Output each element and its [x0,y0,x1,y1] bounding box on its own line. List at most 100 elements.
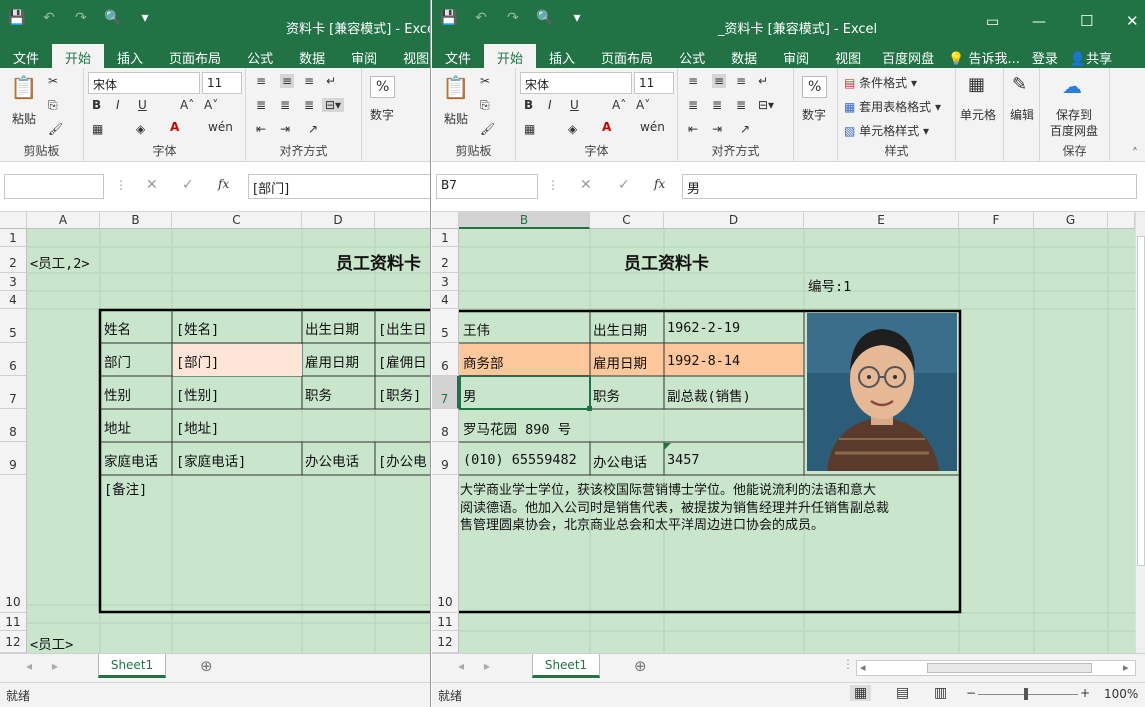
qat-dropdown-icon[interactable]: ▾ [568,10,586,26]
align-right-icon[interactable]: ≣ [304,98,314,112]
italic-icon[interactable]: I [548,98,552,112]
print-preview-icon[interactable]: 🔍 [536,10,554,26]
fill-color-icon[interactable]: ◈ [136,122,145,136]
align-center-icon[interactable]: ≣ [280,98,290,112]
formula-input[interactable]: 男 [682,174,1137,199]
zoom-slider-handle[interactable] [1024,688,1028,700]
page-layout-view-icon[interactable]: ▤ [896,685,909,701]
tab-insert[interactable]: 插入 [104,44,156,68]
row-header[interactable]: 11 [432,613,459,631]
cells-icon[interactable]: ▦ [968,74,985,95]
col-header[interactable]: C [172,212,302,229]
font-color-icon[interactable]: A [602,120,611,134]
save-to-label[interactable]: 保存到 [1056,106,1092,123]
label-address[interactable]: 地址 [104,417,131,437]
address-value[interactable]: 罗马花园 890 号 [463,418,571,438]
field-birth[interactable]: [出生日 [378,318,427,338]
row-header[interactable]: 4 [0,291,27,309]
percent-icon[interactable]: % [370,76,396,98]
row-header[interactable]: 6 [432,343,459,376]
qat-dropdown-icon[interactable]: ▾ [136,10,154,26]
decrease-font-icon[interactable]: A˅ [636,98,650,112]
tab-view[interactable]: 视图 [822,44,874,68]
number-label[interactable]: 数字 [802,106,826,123]
row-header[interactable]: 3 [432,273,459,291]
col-header[interactable]: C [590,212,664,229]
tab-home[interactable]: 开始 [52,44,105,68]
fill-color-icon[interactable]: ◈ [568,122,577,136]
cells-label[interactable]: 单元格 [960,106,996,123]
notes-line-1[interactable]: 大学商业学士学位，获该校国际营销博士学位。他能说流利的法语和意大 [460,479,960,498]
merge-center-icon[interactable]: ⊟▾ [758,98,774,112]
copy-icon[interactable]: ⎘ [48,98,58,113]
sex-value[interactable]: 男 [463,385,477,405]
zoom-in-icon[interactable]: + [1080,686,1090,700]
merge-center-icon[interactable]: ⊟▾ [322,98,345,112]
col-header-selected[interactable]: B [459,212,590,229]
hire-value[interactable]: 1992-8-14 [667,353,740,369]
label-job[interactable]: 职务 [305,384,332,404]
field-notes[interactable]: [备注] [104,478,147,498]
wrap-text-icon[interactable]: ↵ [326,74,336,88]
tab-baidu[interactable]: 百度网盘 [874,44,942,68]
row-header[interactable]: 7 [0,376,27,409]
office-phone-value[interactable]: 3457 [667,452,700,468]
row-header[interactable]: 9 [432,442,459,475]
cut-icon[interactable]: ✂ [480,74,490,88]
tab-formulas[interactable]: 公式 [234,44,286,68]
new-sheet-icon[interactable]: ⊕ [634,657,647,675]
percent-icon[interactable]: % [802,76,828,98]
vertical-scroll-thumb[interactable] [1137,236,1145,566]
zoom-slider[interactable] [978,694,1078,695]
cell-a12[interactable]: <员工> [30,633,73,653]
cut-icon[interactable]: ✂ [48,74,58,88]
number-cell[interactable]: 编号:1 [808,275,851,295]
align-right-icon[interactable]: ≣ [736,98,746,112]
row-header[interactable]: 6 [0,343,27,376]
paste-label[interactable]: 粘贴 [444,110,468,127]
notes-line-3[interactable]: 售管理圆桌协会，北京商业总会和太平洋周边进口协会的成员。 [460,514,960,533]
field-hire[interactable]: [雇佣日 [378,351,427,371]
sheet-tab[interactable]: Sheet1 [98,654,166,678]
align-center-icon[interactable]: ≣ [712,98,722,112]
col-header[interactable] [1108,212,1135,229]
name-box[interactable]: B7 [436,174,538,199]
tab-review[interactable]: 审阅 [770,44,822,68]
field-office-phone[interactable]: [办公电 [378,450,427,470]
label-birth[interactable]: 出生日期 [305,318,359,338]
increase-indent-icon[interactable]: ⇥ [280,122,290,136]
border-icon[interactable]: ▦ [92,122,103,136]
orientation-icon[interactable]: ↗ [740,122,750,136]
bold-icon[interactable]: B [524,98,533,112]
cancel-icon[interactable]: ✕ [146,177,158,193]
tab-page-layout[interactable]: 页面布局 [156,44,234,68]
format-painter-icon[interactable]: 🖌 [48,122,63,136]
align-bottom-icon[interactable]: ≡ [304,74,314,88]
tab-view[interactable]: 视图 [390,44,430,68]
paste-label[interactable]: 粘贴 [12,110,36,127]
redo-icon[interactable]: ↷ [72,10,90,26]
undo-icon[interactable]: ↶ [472,10,490,26]
select-all-corner[interactable] [0,212,27,229]
scroll-sheets-right-icon[interactable]: ▸ [484,659,490,673]
tab-review[interactable]: 审阅 [338,44,390,68]
row-header[interactable]: 11 [0,613,27,631]
row-header[interactable]: 9 [0,442,27,475]
tab-data[interactable]: 数据 [718,44,770,68]
align-top-icon[interactable]: ≡ [256,74,266,88]
field-name[interactable]: [姓名] [176,318,219,338]
align-left-icon[interactable]: ≣ [688,98,698,112]
vertical-scrollbar[interactable] [1135,212,1145,653]
birth-value[interactable]: 1962-2-19 [667,320,740,336]
col-header[interactable]: A [27,212,100,229]
format-as-table-button[interactable]: ▦ 套用表格格式 ▾ [844,98,941,115]
font-name-box[interactable]: 宋体 [520,72,632,94]
tab-page-layout[interactable]: 页面布局 [588,44,666,68]
row-header[interactable]: 10 [0,475,27,613]
row-header[interactable]: 5 [0,309,27,343]
cell-a2[interactable]: <员工,2> [30,252,90,272]
job-value[interactable]: 副总裁(销售) [667,385,751,405]
hire-label[interactable]: 雇用日期 [593,352,647,372]
wrap-text-icon[interactable]: ↵ [758,74,768,88]
minimize-icon[interactable]: — [1032,14,1046,30]
